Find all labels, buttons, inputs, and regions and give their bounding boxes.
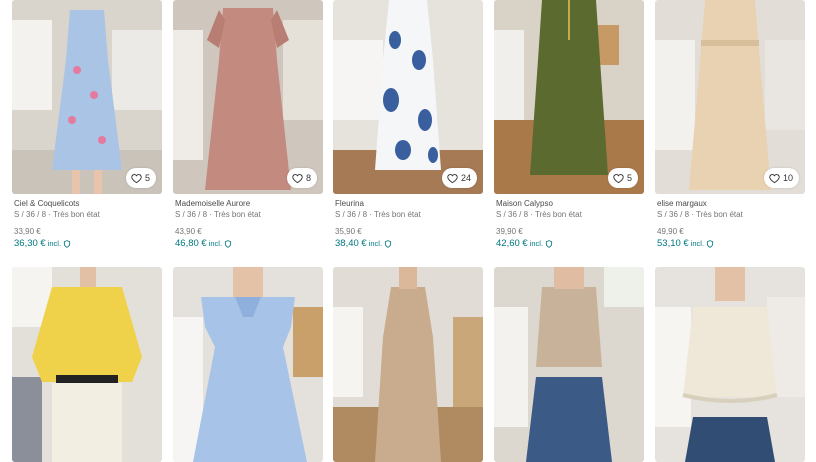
top-photo: [494, 267, 644, 462]
item-photo[interactable]: 5: [12, 0, 162, 194]
item-details: S / 36 / 8 · Très bon état: [14, 210, 100, 219]
favorite-count: 8: [305, 173, 311, 183]
item-brand[interactable]: Maison Calypso: [496, 198, 642, 209]
item-card[interactable]: [655, 267, 805, 462]
heart-icon: [447, 173, 458, 183]
item-price: 33,90 €: [14, 227, 41, 236]
item-price-incl: 36,30 € incl.: [14, 237, 160, 250]
item-brand[interactable]: Ciel & Coquelicots: [14, 198, 160, 209]
favorite-button[interactable]: 5: [607, 168, 638, 188]
catalog-grid: 5 Ciel & Coquelicots S / 36 / 8 · Très b…: [0, 0, 816, 462]
dress-photo: [333, 0, 483, 194]
price-incl-value: 36,30 €: [14, 238, 46, 249]
item-card[interactable]: 10 elise margaux S / 36 / 8 · Très bon é…: [655, 0, 805, 250]
incl-label: incl.: [208, 239, 223, 248]
dress-photo: [12, 0, 162, 194]
favorite-count: 10: [782, 173, 793, 183]
item-card[interactable]: [494, 267, 644, 462]
item-card[interactable]: 5 Ciel & Coquelicots S / 36 / 8 · Très b…: [12, 0, 162, 250]
item-details: S / 36 / 8 · Très bon état: [175, 210, 261, 219]
favorite-count: 5: [144, 173, 150, 183]
favorite-button[interactable]: 24: [441, 168, 477, 188]
dress-photo: [173, 0, 323, 194]
item-details: S / 36 / 8 · Très bon état: [657, 210, 743, 219]
heart-icon: [613, 173, 624, 183]
item-brand[interactable]: Mademoiselle Aurore: [175, 198, 321, 209]
item-brand[interactable]: elise margaux: [657, 198, 803, 209]
item-brand[interactable]: Fleurina: [335, 198, 481, 209]
item-photo[interactable]: 8: [173, 0, 323, 194]
favorite-count: 5: [626, 173, 632, 183]
item-price-incl: 38,40 € incl.: [335, 237, 481, 250]
price-incl-value: 42,60 €: [496, 238, 528, 249]
favorite-count: 24: [460, 173, 471, 183]
favorite-button[interactable]: 8: [286, 168, 317, 188]
item-photo[interactable]: [494, 267, 644, 462]
price-incl-value: 38,40 €: [335, 238, 367, 249]
favorite-button[interactable]: 5: [125, 168, 156, 188]
item-price-incl: 42,60 € incl.: [496, 237, 642, 250]
item-price: 49,90 €: [657, 227, 684, 236]
item-details: S / 36 / 8 · Très bon état: [335, 210, 421, 219]
item-card[interactable]: [173, 267, 323, 462]
item-price: 43,90 €: [175, 227, 202, 236]
dress-photo: [333, 267, 483, 462]
item-card[interactable]: [333, 267, 483, 462]
incl-label: incl.: [529, 239, 544, 248]
item-photo[interactable]: [12, 267, 162, 462]
item-photo[interactable]: [655, 267, 805, 462]
favorite-button[interactable]: 10: [763, 168, 799, 188]
item-photo[interactable]: [173, 267, 323, 462]
item-photo[interactable]: 24: [333, 0, 483, 194]
top-photo: [655, 267, 805, 462]
heart-icon: [769, 173, 780, 183]
incl-label: incl.: [690, 239, 705, 248]
heart-icon: [131, 173, 142, 183]
shield-icon[interactable]: [545, 239, 553, 248]
price-incl-value: 53,10 €: [657, 238, 689, 249]
shield-icon[interactable]: [706, 239, 714, 248]
dress-photo: [173, 267, 323, 462]
item-card[interactable]: 8 Mademoiselle Aurore S / 36 / 8 · Très …: [173, 0, 323, 250]
item-price: 35,90 €: [335, 227, 362, 236]
price-incl-value: 46,80 €: [175, 238, 207, 249]
incl-label: incl.: [368, 239, 383, 248]
dress-photo: [655, 0, 805, 194]
item-photo[interactable]: 10: [655, 0, 805, 194]
item-photo[interactable]: [333, 267, 483, 462]
incl-label: incl.: [47, 239, 62, 248]
item-details: S / 36 / 8 · Très bon état: [496, 210, 582, 219]
shield-icon[interactable]: [224, 239, 232, 248]
item-card[interactable]: [12, 267, 162, 462]
shield-icon[interactable]: [63, 239, 71, 248]
heart-icon: [292, 173, 303, 183]
item-price-incl: 53,10 € incl.: [657, 237, 803, 250]
shield-icon[interactable]: [384, 239, 392, 248]
top-photo: [12, 267, 162, 462]
item-photo[interactable]: 5: [494, 0, 644, 194]
dress-photo: [494, 0, 644, 194]
item-price: 39,90 €: [496, 227, 523, 236]
item-price-incl: 46,80 € incl.: [175, 237, 321, 250]
item-card[interactable]: 24 Fleurina S / 36 / 8 · Très bon état 3…: [333, 0, 483, 250]
item-card[interactable]: 5 Maison Calypso S / 36 / 8 · Très bon é…: [494, 0, 644, 250]
